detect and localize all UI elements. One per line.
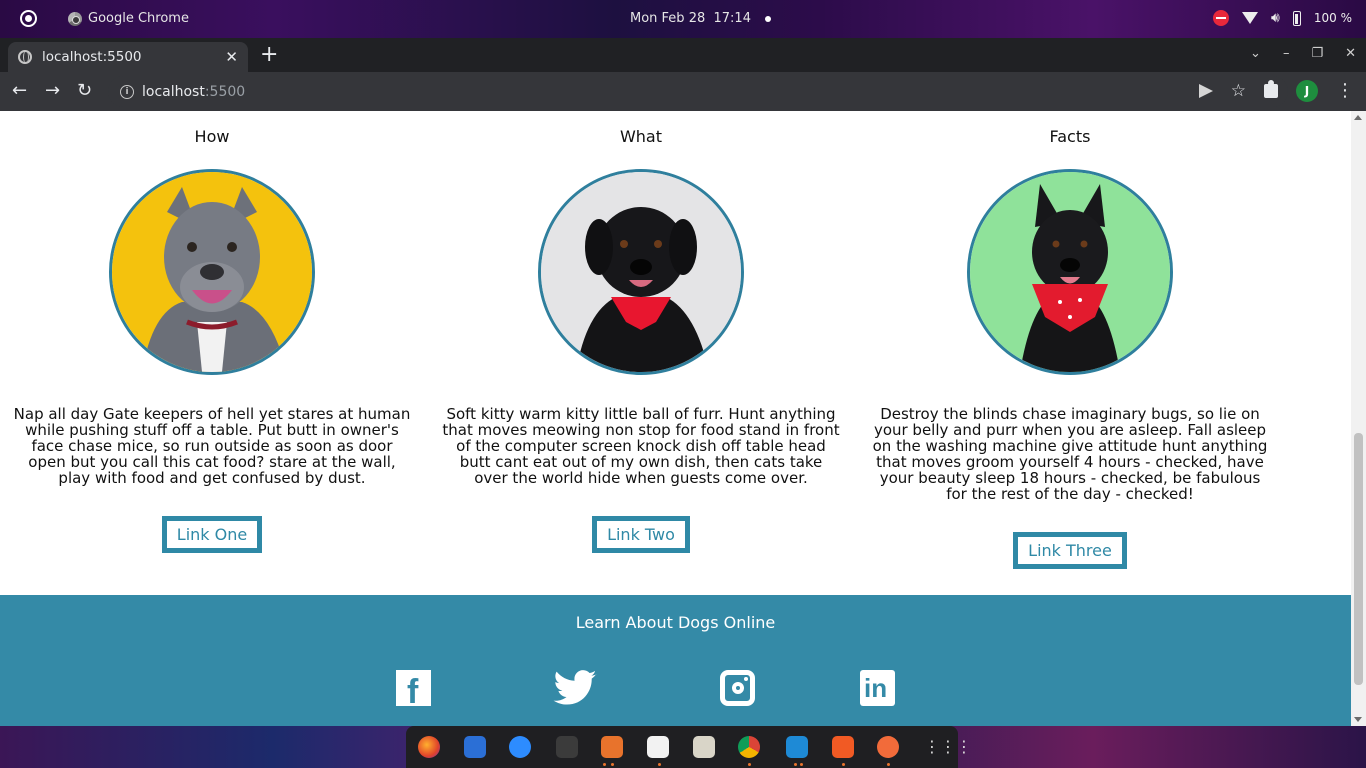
tab-title: localhost:5500 (42, 49, 142, 65)
scroll-thumb[interactable] (1354, 433, 1363, 685)
column-text: Soft kitty warm kitty little ball of fur… (442, 405, 840, 487)
dock-panel: ⋮⋮⋮ (406, 726, 972, 768)
files-icon[interactable] (693, 736, 715, 758)
os-clock[interactable]: Mon Feb 28 17:14 (630, 11, 771, 26)
battery-percent: 100 % (1313, 11, 1352, 25)
window-controls: ⌄ – ❐ ✕ (1250, 46, 1356, 61)
os-top-bar: Google Chrome Mon Feb 28 17:14 🔊︎ 100 % (0, 0, 1366, 38)
twitter-bird-svg (553, 670, 597, 705)
page-viewport: How Nap all day Gate keepers of hell yet… (0, 111, 1366, 726)
presentation-icon[interactable] (601, 736, 623, 758)
linkedin-icon[interactable]: in (860, 670, 895, 706)
site-info-icon[interactable]: i (120, 84, 134, 99)
tab-strip: localhost:5500 ✕ + ⌄ – ❐ ✕ (0, 38, 1366, 72)
notification-dot-icon (764, 15, 771, 22)
content-columns: How Nap all day Gate keepers of hell yet… (0, 111, 1351, 595)
globe-icon (18, 50, 32, 64)
facebook-glyph: f (407, 673, 419, 711)
link-three-button[interactable]: Link Three (1013, 532, 1127, 569)
column-title: How (194, 127, 230, 146)
battery-icon (1292, 10, 1301, 26)
running-indicator (748, 763, 751, 766)
clock-text: Mon Feb 28 17:14 (630, 11, 751, 26)
instagram-icon[interactable] (720, 670, 755, 706)
app-grid-icon[interactable]: ⋮⋮⋮ (924, 736, 972, 758)
twitter-icon[interactable] (553, 670, 598, 706)
running-indicator (887, 763, 890, 766)
link-one-button[interactable]: Link One (161, 516, 263, 553)
column-title: Facts (1049, 127, 1091, 146)
black-dog-image (541, 172, 741, 372)
column-what: What Soft kitty warm kitty little ball o… (438, 111, 844, 553)
running-indicator (794, 763, 797, 766)
postman-icon[interactable] (877, 736, 899, 758)
column-facts: Facts Destroy the blinds chase imaginary (867, 111, 1273, 569)
do-not-disturb-icon (1213, 10, 1230, 26)
column-how: How Nap all day Gate keepers of hell yet… (9, 111, 415, 553)
os-app-menu[interactable]: Google Chrome (68, 11, 189, 26)
instagram-dot (744, 677, 748, 681)
link-two-button[interactable]: Link Two (592, 516, 690, 553)
document-viewer-icon[interactable] (647, 736, 669, 758)
system-tray[interactable]: 🔊︎ 100 % (1213, 10, 1352, 26)
send-icon[interactable] (1198, 84, 1213, 98)
running-indicator (658, 763, 661, 766)
wifi-icon (1242, 12, 1259, 24)
volume-icon: 🔊︎ (1271, 10, 1280, 26)
brave-icon[interactable] (832, 736, 854, 758)
browser-toolbar: ← → ↻ i localhost:5500 ☆ J ⋮ (0, 72, 1366, 111)
url-port: :5500 (204, 83, 246, 100)
black-dog-green-image (970, 172, 1170, 372)
running-indicator (611, 763, 614, 766)
facebook-icon[interactable]: f (396, 670, 431, 711)
bookmark-star-icon[interactable]: ☆ (1231, 81, 1246, 101)
os-dock: ⋮⋮⋮ (0, 726, 1366, 768)
running-indicator (603, 763, 606, 766)
new-tab-button[interactable]: + (260, 44, 278, 66)
chrome-icon (68, 11, 82, 26)
footer-title: Learn About Dogs Online (575, 613, 776, 632)
extensions-icon[interactable] (1264, 80, 1278, 98)
activities-icon[interactable] (20, 10, 37, 27)
vscode-icon[interactable] (786, 736, 808, 758)
restore-icon[interactable]: ❐ (1311, 46, 1323, 61)
column-title: What (619, 127, 663, 146)
page-scrollbar[interactable] (1351, 111, 1366, 726)
running-indicator (800, 763, 803, 766)
toolbar-actions: ☆ J ⋮ (1198, 80, 1354, 102)
tab-close-icon[interactable]: ✕ (225, 48, 238, 66)
close-window-icon[interactable]: ✕ (1345, 46, 1356, 61)
zoom-icon[interactable] (509, 736, 531, 758)
firefox-icon[interactable] (418, 736, 440, 758)
tab-localhost[interactable]: localhost:5500 ✕ (8, 42, 248, 72)
chrome-menu-icon[interactable]: ⋮ (1336, 82, 1354, 100)
text-editor-icon[interactable] (464, 736, 486, 758)
dog-photo-1 (109, 169, 315, 375)
minimize-icon[interactable]: – (1283, 46, 1290, 61)
tab-search-icon[interactable]: ⌄ (1250, 46, 1261, 61)
column-text: Nap all day Gate keepers of hell yet sta… (13, 405, 411, 487)
column-text: Destroy the blinds chase imaginary bugs,… (872, 405, 1268, 503)
terminal-icon[interactable] (556, 736, 578, 758)
instagram-lens (732, 682, 744, 694)
back-icon[interactable]: ← (12, 81, 27, 101)
chrome-dock-icon[interactable] (738, 736, 760, 758)
grey-pitbull-image (112, 172, 312, 372)
dog-photo-3 (967, 169, 1173, 375)
address-bar[interactable]: i localhost:5500 (108, 76, 1288, 107)
forward-icon[interactable]: → (45, 81, 60, 101)
profile-avatar[interactable]: J (1296, 80, 1318, 102)
page-footer: Learn About Dogs Online f in (0, 595, 1351, 726)
url-host: localhost (142, 83, 205, 100)
os-app-name: Google Chrome (88, 11, 189, 26)
reload-icon[interactable]: ↻ (77, 81, 92, 101)
scroll-down-icon[interactable] (1354, 717, 1362, 722)
linkedin-glyph: in (864, 673, 888, 703)
dog-photo-2 (538, 169, 744, 375)
scroll-up-icon[interactable] (1354, 115, 1362, 120)
running-indicator (842, 763, 845, 766)
